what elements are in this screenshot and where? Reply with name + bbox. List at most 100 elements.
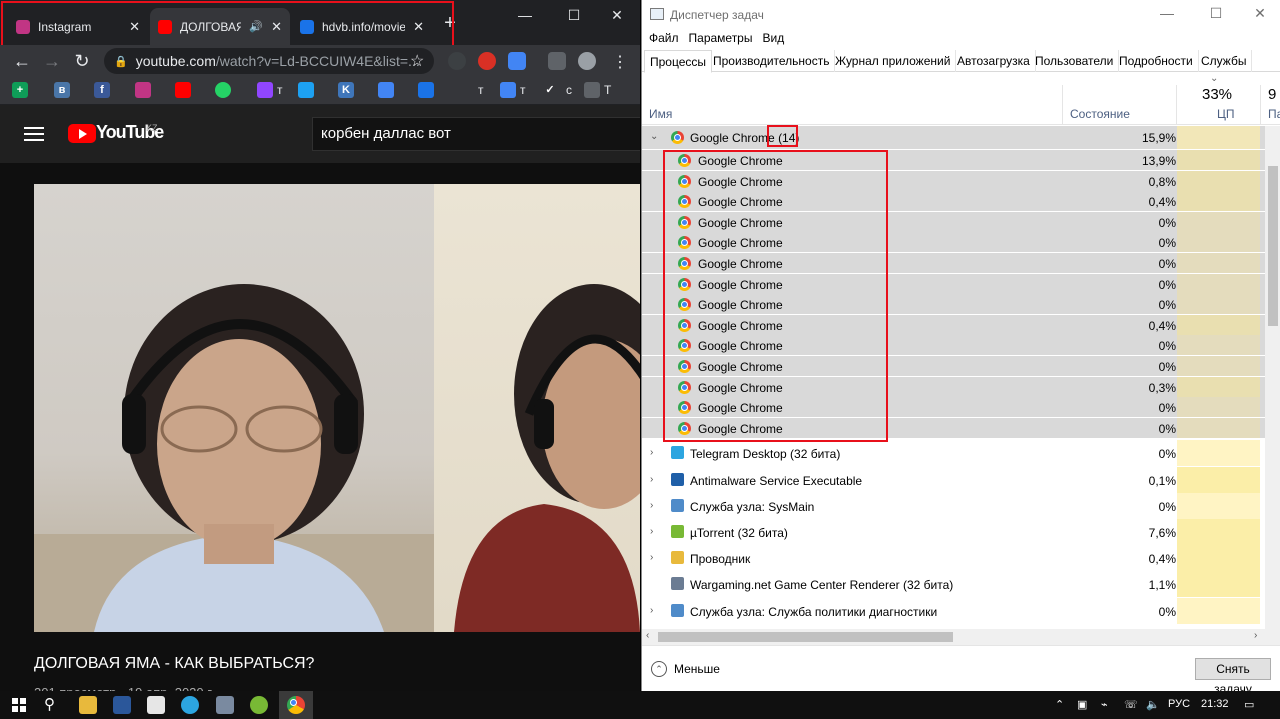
telegram-icon[interactable] bbox=[181, 696, 199, 714]
search-icon[interactable]: ⚲ bbox=[44, 695, 55, 713]
end-task-button[interactable]: Снять задачу bbox=[1195, 658, 1271, 696]
tab-performance[interactable]: Производительность bbox=[708, 50, 836, 72]
collapse-up-icon[interactable]: ⌃ bbox=[651, 661, 667, 677]
bookmark-twitter-icon[interactable] bbox=[298, 82, 314, 98]
tab-details[interactable]: Подробности bbox=[1114, 50, 1199, 72]
tab-processes[interactable]: Процессы bbox=[644, 50, 713, 73]
collapse-chevron-icon[interactable]: ⌄ bbox=[650, 131, 658, 142]
process-row[interactable]: › Проводник 0,4% bbox=[642, 545, 1265, 572]
bookmark-sheets-icon[interactable]: + bbox=[12, 82, 28, 98]
tab-services[interactable]: Службы bbox=[1196, 50, 1253, 72]
bookmark-label[interactable]: т bbox=[277, 83, 283, 97]
bookmark-kinopoisk-icon[interactable]: K bbox=[338, 82, 354, 98]
bookmark-mail-icon[interactable] bbox=[418, 82, 434, 98]
translate-extension-icon[interactable] bbox=[508, 52, 526, 70]
explorer-icon[interactable] bbox=[79, 696, 97, 714]
scrollbar-thumb[interactable] bbox=[1268, 166, 1278, 326]
bookmark-cloud-icon[interactable] bbox=[500, 82, 516, 98]
expand-chevron-icon[interactable]: › bbox=[650, 526, 653, 537]
tray-app-icon[interactable]: ▣ bbox=[1077, 698, 1087, 711]
scroll-left-icon[interactable]: ‹ bbox=[646, 630, 649, 641]
calculator-icon[interactable] bbox=[147, 696, 165, 714]
bookmark-label[interactable]: т bbox=[520, 83, 526, 97]
tab-startup[interactable]: Автозагрузка bbox=[952, 50, 1036, 72]
expand-chevron-icon[interactable]: › bbox=[650, 474, 653, 485]
horizontal-scrollbar[interactable]: ‹ › bbox=[642, 629, 1280, 645]
windows-start-icon[interactable] bbox=[12, 698, 26, 712]
notifications-icon[interactable]: ▭ bbox=[1244, 698, 1254, 711]
expand-chevron-icon[interactable]: › bbox=[650, 605, 653, 616]
search-input[interactable]: корбен даллас вот bbox=[312, 117, 640, 151]
process-row[interactable]: › Telegram Desktop (32 бита) 0% bbox=[642, 440, 1265, 467]
cpu-value: 0,1% bbox=[1148, 473, 1176, 488]
process-group-row[interactable]: ⌄ Google Chrome (14) 15,9% bbox=[642, 126, 1265, 149]
process-row[interactable]: › µTorrent (32 бита) 7,6% bbox=[642, 519, 1265, 545]
menu-view[interactable]: Вид bbox=[762, 31, 784, 45]
tab-app-history[interactable]: Журнал приложений bbox=[830, 50, 957, 72]
back-arrow-icon[interactable]: ← bbox=[7, 51, 37, 72]
bookmark-translate-icon[interactable] bbox=[378, 82, 394, 98]
reload-icon[interactable]: ↻ bbox=[67, 51, 97, 72]
scrollbar-thumb[interactable] bbox=[658, 632, 953, 642]
hamburger-menu-icon[interactable] bbox=[24, 127, 44, 141]
maximize-button[interactable]: ☐ bbox=[551, 4, 597, 26]
column-state[interactable]: Состояние bbox=[1070, 107, 1130, 121]
bookmark-whatsapp-icon[interactable] bbox=[215, 82, 231, 98]
bookmark-instagram-icon[interactable] bbox=[135, 82, 151, 98]
bookmark-label[interactable]: т bbox=[478, 83, 484, 97]
bookmark-twitch-icon[interactable] bbox=[257, 82, 273, 98]
expand-chevron-icon[interactable]: › bbox=[650, 447, 653, 458]
expand-chevron-icon[interactable]: › bbox=[650, 552, 653, 563]
message-icon[interactable]: ☏ bbox=[1124, 698, 1138, 711]
save-app-icon[interactable] bbox=[113, 696, 131, 714]
minimize-button[interactable]: — bbox=[1149, 5, 1185, 21]
maximize-button[interactable]: ☐ bbox=[1198, 5, 1234, 22]
address-bar[interactable]: 🔒 youtube.com/watch?v=Ld-BCCUIW4E&list=.… bbox=[104, 48, 434, 74]
download-extension-icon[interactable] bbox=[448, 52, 466, 70]
video-player[interactable] bbox=[34, 184, 640, 632]
column-cpu[interactable]: ЦП bbox=[1217, 107, 1235, 121]
star-icon[interactable]: ☆ bbox=[410, 51, 424, 71]
vertical-scrollbar[interactable] bbox=[1265, 126, 1280, 629]
language-indicator[interactable]: РУС bbox=[1168, 698, 1190, 710]
fewer-details-link[interactable]: Меньше bbox=[674, 662, 720, 676]
menu-dots-icon[interactable]: ⋮ bbox=[612, 52, 628, 72]
bookmark-facebook-icon[interactable]: f bbox=[94, 82, 110, 98]
minimize-button[interactable]: — bbox=[502, 4, 548, 26]
bookmark-generic-icon[interactable] bbox=[584, 82, 600, 98]
profile-avatar[interactable] bbox=[578, 52, 596, 70]
shield-icon bbox=[671, 472, 684, 486]
expand-chevron-icon[interactable]: › bbox=[650, 500, 653, 511]
process-row[interactable]: › Служба узла: SysMain 0% bbox=[642, 492, 1265, 519]
adblock-extension-icon[interactable] bbox=[478, 52, 496, 70]
bookmark-youtube-icon[interactable] bbox=[175, 82, 191, 98]
youtube-logo-icon[interactable] bbox=[68, 124, 96, 143]
image-viewer-icon[interactable] bbox=[216, 696, 234, 714]
forward-arrow-icon[interactable]: → bbox=[37, 51, 67, 72]
process-row[interactable]: › Antimalware Service Executable 0,1% bbox=[642, 466, 1265, 493]
bookmark-label[interactable]: с bbox=[566, 83, 572, 97]
close-button[interactable]: ✕ bbox=[1242, 5, 1278, 22]
bookmark-label[interactable]: Т bbox=[604, 83, 611, 97]
cpu-value: 13,9% bbox=[1141, 154, 1176, 168]
bookmark-vk-icon[interactable]: в bbox=[54, 82, 70, 98]
menu-options[interactable]: Параметры bbox=[689, 31, 753, 45]
chrome-icon[interactable] bbox=[287, 696, 305, 714]
scroll-right-icon[interactable]: › bbox=[1254, 630, 1257, 641]
bookmark-script-icon[interactable]: ✓ bbox=[542, 82, 558, 98]
cpu-cell bbox=[1177, 417, 1260, 438]
process-row[interactable]: › Служба узла: Служба политики диагностик… bbox=[642, 597, 1265, 624]
network-icon[interactable]: ⌁ bbox=[1101, 698, 1108, 711]
menu-file[interactable]: Файл bbox=[649, 31, 679, 45]
process-row[interactable]: Wargaming.net Game Center Renderer (32 б… bbox=[642, 571, 1265, 598]
participant-right-image bbox=[454, 284, 640, 632]
close-button[interactable]: ✕ bbox=[594, 4, 640, 26]
utorrent-icon[interactable] bbox=[250, 696, 268, 714]
tab-users[interactable]: Пользователи bbox=[1030, 50, 1120, 72]
volume-icon[interactable]: 🔈 bbox=[1146, 698, 1160, 711]
column-memory[interactable]: Па bbox=[1268, 107, 1280, 121]
tray-chevron-icon[interactable]: ⌃ bbox=[1055, 698, 1064, 711]
column-name[interactable]: Имя bbox=[649, 107, 672, 121]
playlist-extension-icon[interactable] bbox=[548, 52, 566, 70]
clock[interactable]: 21:32 bbox=[1201, 698, 1229, 710]
